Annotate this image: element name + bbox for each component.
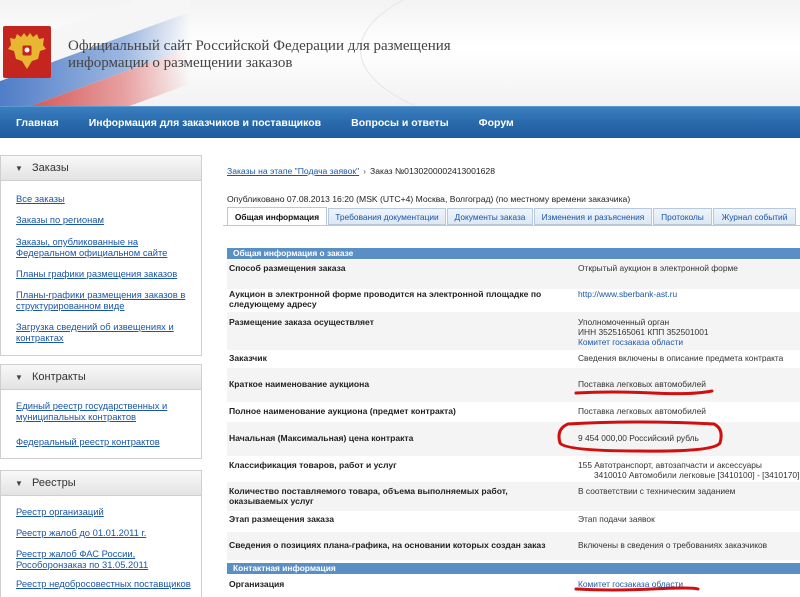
nav-info-customers-suppliers[interactable]: Информация для заказчиков и поставщиков: [89, 117, 321, 129]
full-name-value: Поставка легковых автомобилей: [578, 406, 706, 416]
main-navigation: Главная Информация для заказчиков и пост…: [0, 106, 800, 138]
sidebar-registries: ▼ Реестры Реестр организаций Реестр жало…: [0, 470, 202, 597]
plan-positions-label: Сведения о позициях плана-графика, на ос…: [229, 540, 546, 550]
quantity-value: В соответствии с техническим заданием: [578, 486, 736, 496]
electronic-platform-label: Аукцион в электронной форме проводится н…: [229, 289, 542, 309]
placed-by-organization-link[interactable]: Комитет госзаказа области: [578, 337, 800, 347]
placed-by-value: Уполномоченный орган ИНН 3525165061 КПП …: [578, 317, 800, 347]
nav-home[interactable]: Главная: [16, 117, 59, 129]
max-price-label: Начальная (Максимальная) цена контракта: [229, 433, 414, 443]
tab-bar: Общая информация Требования документации…: [227, 207, 797, 226]
nav-questions-answers[interactable]: Вопросы и ответы: [351, 117, 449, 129]
sidebar-contracts-title: Контракты: [32, 371, 86, 383]
placed-by-inn: ИНН 3525165061 КПП 352501001: [578, 327, 709, 337]
organization-label: Организация: [229, 579, 285, 589]
short-name-label: Краткое наименование аукциона: [229, 379, 370, 389]
customer-label: Заказчик: [229, 353, 267, 363]
nav-forum[interactable]: Форум: [479, 117, 514, 129]
classification-label: Классификация товаров, работ и услуг: [229, 460, 397, 470]
stage-label: Этап размещения заказа: [229, 514, 334, 524]
sidebar-registries-title: Реестры: [32, 477, 76, 489]
placement-method-value: Открытый аукцион в электронной форме: [578, 263, 738, 273]
section-contact-info: Контактная информация: [227, 563, 800, 574]
sidebar-link-all-orders[interactable]: Все заказы: [16, 193, 191, 204]
sidebar-link-unfair-suppliers[interactable]: Реестр недобросовестных поставщиков: [16, 578, 191, 589]
tab-event-log[interactable]: Журнал событий: [713, 208, 796, 225]
chevron-down-icon: ▼: [15, 372, 23, 382]
short-name-value: Поставка легковых автомобилей: [578, 379, 706, 389]
sidebar-contracts-header[interactable]: ▼ Контракты: [1, 365, 201, 390]
placed-by-label: Размещение заказа осуществляет: [229, 317, 374, 327]
tab-documentation-requirements[interactable]: Требования документации: [328, 208, 446, 225]
breadcrumb-separator: ›: [363, 166, 367, 176]
customer-value: Сведения включены в описание предмета ко…: [578, 353, 784, 363]
classification-line-1: 155 Автотранспорт, автозапчасти и аксесс…: [578, 460, 762, 470]
breadcrumb: Заказы на этапе "Подача заявок" › Заказ №0…: [227, 166, 495, 176]
sidebar-link-orders-by-region[interactable]: Заказы по регионам: [16, 214, 191, 225]
sidebar-link-plan-schedules-structured[interactable]: Планы-графики размещения заказов в струк…: [16, 289, 191, 311]
chevron-down-icon: ▼: [15, 163, 23, 173]
published-date: Опубликовано 07.08.2013 16:20 (MSK (UTC+…: [227, 194, 631, 204]
full-name-label: Полное наименование аукциона (предмет ко…: [229, 406, 456, 416]
breadcrumb-link-orders-stage[interactable]: Заказы на этапе "Подача заявок": [227, 166, 359, 176]
sidebar-link-complaints-before-2011[interactable]: Реестр жалоб до 01.01.2011 г.: [16, 527, 191, 538]
placement-method-label: Способ размещения заказа: [229, 263, 346, 273]
max-price-value: 9 454 000,00 Российский рубль: [578, 433, 699, 443]
placed-by-type: Уполномоченный орган: [578, 317, 670, 327]
site-title: Официальный сайт Российской Федерации дл…: [68, 38, 451, 71]
chevron-down-icon: ▼: [15, 478, 23, 488]
stage-value: Этап подачи заявок: [578, 514, 655, 524]
tab-order-documents[interactable]: Документы заказа: [447, 208, 533, 225]
sidebar-link-federal-contract-registry[interactable]: Федеральный реестр контрактов: [16, 436, 191, 447]
sidebar-link-plan-schedules[interactable]: Планы графики размещения заказов: [16, 268, 191, 279]
organization-link[interactable]: Комитет госзаказа области: [578, 579, 800, 589]
tab-general-info[interactable]: Общая информация: [227, 207, 327, 226]
classification-line-2: 3410010 Автомобили легковые [3410100] - …: [594, 470, 800, 480]
sidebar-link-upload-notices[interactable]: Загрузка сведений об извещениях и контра…: [16, 321, 191, 343]
plan-positions-value: Включены в сведения о требованиях заказч…: [578, 540, 768, 550]
quantity-label: Количество поставляемого товара, объема …: [229, 486, 508, 506]
double-headed-eagle-icon[interactable]: [3, 26, 51, 78]
site-header: Официальный сайт Российской Федерации дл…: [0, 0, 800, 106]
sidebar-contracts: ▼ Контракты Единый реестр государственны…: [0, 364, 202, 459]
sidebar-orders-header[interactable]: ▼ Заказы: [1, 156, 201, 181]
sidebar-registries-header[interactable]: ▼ Реестры: [1, 471, 201, 496]
sidebar-link-unified-contract-registry[interactable]: Единый реестр государственных и муниципа…: [16, 400, 191, 422]
breadcrumb-current: Заказ №0130200002413001628: [370, 166, 495, 176]
tab-protocols[interactable]: Протоколы: [653, 208, 712, 225]
sidebar-link-federal-orders[interactable]: Заказы, опубликованные на Федеральном оф…: [16, 236, 191, 258]
electronic-platform-link[interactable]: http://www.sberbank-ast.ru: [578, 289, 800, 299]
classification-value: 155 Автотранспорт, автозапчасти и аксесс…: [578, 460, 800, 480]
sidebar-link-organizations-registry[interactable]: Реестр организаций: [16, 506, 191, 517]
section-general-info: Общая информация о заказе: [227, 248, 800, 259]
sidebar-orders: ▼ Заказы Все заказы Заказы по регионам З…: [0, 155, 202, 356]
tab-changes-clarifications[interactable]: Изменения и разъяснения: [534, 208, 652, 225]
sidebar-link-fas-complaints[interactable]: Реестр жалоб ФАС России, Рособоронзаказ …: [16, 548, 191, 570]
tab-panel-general-info: Общая информация о заказе Способ размеще…: [223, 225, 800, 597]
sidebar-orders-title: Заказы: [32, 162, 69, 174]
